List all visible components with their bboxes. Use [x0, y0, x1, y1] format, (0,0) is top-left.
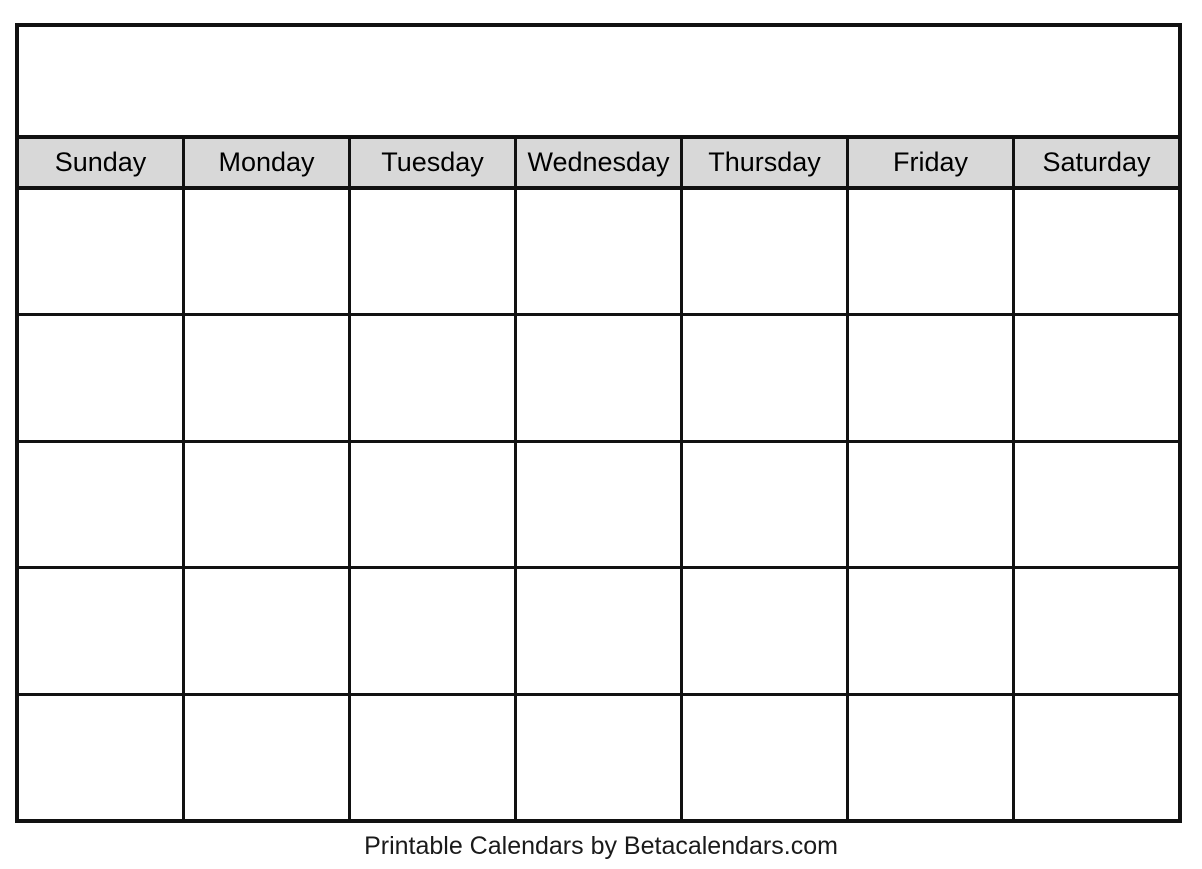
weekday-header-label: Friday	[892, 147, 968, 177]
day-cell[interactable]	[351, 695, 517, 820]
calendar-week-row	[19, 442, 1178, 570]
weekday-header-tuesday: Tuesday	[351, 139, 517, 186]
day-cell[interactable]	[1015, 316, 1178, 440]
day-cell[interactable]	[19, 695, 185, 820]
day-cell[interactable]	[517, 190, 683, 314]
day-cell[interactable]	[185, 190, 351, 314]
weekday-header-label: Wednesday	[527, 147, 670, 177]
day-cell[interactable]	[19, 569, 185, 693]
day-cell[interactable]	[849, 569, 1015, 693]
calendar-week-grid	[19, 190, 1178, 820]
calendar-title-band[interactable]	[19, 27, 1178, 139]
day-cell[interactable]	[683, 316, 849, 440]
calendar-week-row	[19, 569, 1178, 696]
day-cell[interactable]	[185, 695, 351, 820]
weekday-header-label: Tuesday	[381, 147, 484, 177]
day-cell[interactable]	[1015, 569, 1178, 693]
day-cell[interactable]	[351, 316, 517, 440]
weekday-header-saturday: Saturday	[1015, 139, 1178, 186]
day-cell[interactable]	[185, 316, 351, 440]
weekday-header-wednesday: Wednesday	[517, 139, 683, 186]
weekday-header-label: Saturday	[1042, 147, 1151, 177]
day-cell[interactable]	[683, 569, 849, 693]
day-cell[interactable]	[517, 569, 683, 693]
day-cell[interactable]	[849, 695, 1015, 820]
weekday-header-thursday: Thursday	[683, 139, 849, 186]
weekday-header-row: Sunday Monday Tuesday Wednesday Thursday…	[19, 139, 1178, 190]
day-cell[interactable]	[683, 442, 849, 567]
footer-credit-bar: Printable Calendars by Betacalendars.com	[0, 823, 1202, 869]
day-cell[interactable]	[19, 190, 185, 314]
footer-credit-text: Printable Calendars by Betacalendars.com	[364, 831, 838, 860]
weekday-header-label: Sunday	[54, 147, 147, 177]
printable-calendar-page: Sunday Monday Tuesday Wednesday Thursday…	[0, 0, 1202, 869]
day-cell[interactable]	[517, 316, 683, 440]
day-cell[interactable]	[683, 695, 849, 820]
day-cell[interactable]	[849, 442, 1015, 567]
weekday-header-sunday: Sunday	[19, 139, 185, 186]
day-cell[interactable]	[849, 316, 1015, 440]
calendar-table: Sunday Monday Tuesday Wednesday Thursday…	[15, 23, 1182, 823]
day-cell[interactable]	[19, 442, 185, 567]
day-cell[interactable]	[849, 190, 1015, 314]
day-cell[interactable]	[1015, 190, 1178, 314]
calendar-week-row	[19, 316, 1178, 443]
day-cell[interactable]	[517, 442, 683, 567]
weekday-header-monday: Monday	[185, 139, 351, 186]
day-cell[interactable]	[351, 569, 517, 693]
day-cell[interactable]	[1015, 695, 1178, 820]
weekday-header-label: Monday	[218, 147, 315, 177]
day-cell[interactable]	[351, 190, 517, 314]
day-cell[interactable]	[517, 695, 683, 820]
calendar-week-row	[19, 190, 1178, 317]
day-cell[interactable]	[185, 442, 351, 567]
weekday-header-friday: Friday	[849, 139, 1015, 186]
weekday-header-label: Thursday	[708, 147, 821, 177]
calendar-week-row	[19, 695, 1178, 820]
day-cell[interactable]	[185, 569, 351, 693]
day-cell[interactable]	[1015, 442, 1178, 567]
day-cell[interactable]	[19, 316, 185, 440]
day-cell[interactable]	[683, 190, 849, 314]
day-cell[interactable]	[351, 442, 517, 567]
